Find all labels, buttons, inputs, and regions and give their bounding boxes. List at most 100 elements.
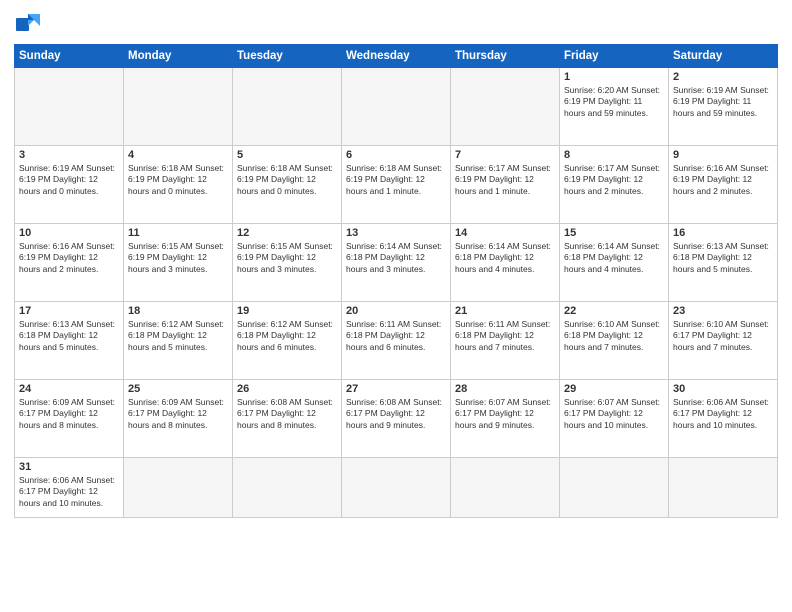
- day-info: Sunrise: 6:06 AM Sunset: 6:17 PM Dayligh…: [19, 475, 119, 509]
- calendar-cell: 18 Sunrise: 6:12 AM Sunset: 6:18 PM Dayli…: [124, 302, 233, 380]
- calendar-cell: [233, 68, 342, 146]
- day-of-week-wednesday: Wednesday: [342, 45, 451, 68]
- day-number: 9: [673, 149, 773, 161]
- generalblue-logo-icon: [14, 10, 42, 38]
- calendar-cell: 14Sunrise: 6:14 AM Sunset: 6:18 PM Dayli…: [451, 224, 560, 302]
- day-info: Sunrise: 6:06 AM Sunset: 6:17 PM Dayligh…: [673, 397, 773, 431]
- calendar-cell: [451, 458, 560, 518]
- day-number: 8: [564, 149, 664, 161]
- calendar-cell: [560, 458, 669, 518]
- day-info: Sunrise: 6:07 AM Sunset: 6:17 PM Dayligh…: [564, 397, 664, 431]
- page: SundayMondayTuesdayWednesdayThursdayFrid…: [0, 0, 792, 612]
- calendar-cell: [124, 458, 233, 518]
- calendar-cell: 31 Sunrise: 6:06 AM Sunset: 6:17 PM Dayli…: [15, 458, 124, 518]
- day-of-week-saturday: Saturday: [669, 45, 778, 68]
- day-info: Sunrise: 6:13 AM Sunset: 6:18 PM Dayligh…: [673, 241, 773, 275]
- day-number: 10: [19, 227, 119, 239]
- day-of-week-tuesday: Tuesday: [233, 45, 342, 68]
- day-number: 18: [128, 305, 228, 317]
- week-row-2: 3Sunrise: 6:19 AM Sunset: 6:19 PM Daylig…: [15, 146, 778, 224]
- day-number: 29: [564, 383, 664, 395]
- day-number: 23: [673, 305, 773, 317]
- day-number: 19: [237, 305, 337, 317]
- day-info: Sunrise: 6:12 AM Sunset: 6:18 PM Dayligh…: [237, 319, 337, 353]
- day-number: 13: [346, 227, 446, 239]
- day-info: Sunrise: 6:18 AM Sunset: 6:19 PM Dayligh…: [237, 163, 337, 197]
- calendar-cell: 19 Sunrise: 6:12 AM Sunset: 6:18 PM Dayli…: [233, 302, 342, 380]
- calendar-cell: 29 Sunrise: 6:07 AM Sunset: 6:17 PM Dayli…: [560, 380, 669, 458]
- day-number: 1: [564, 71, 664, 83]
- calendar: SundayMondayTuesdayWednesdayThursdayFrid…: [14, 44, 778, 518]
- calendar-cell: 1 Sunrise: 6:20 AM Sunset: 6:19 PM Daylig…: [560, 68, 669, 146]
- day-info: Sunrise: 6:11 AM Sunset: 6:18 PM Dayligh…: [346, 319, 446, 353]
- day-number: 30: [673, 383, 773, 395]
- day-number: 11: [128, 227, 228, 239]
- day-number: 26: [237, 383, 337, 395]
- day-of-week-friday: Friday: [560, 45, 669, 68]
- day-of-week-sunday: Sunday: [15, 45, 124, 68]
- calendar-cell: [15, 68, 124, 146]
- calendar-cell: 20 Sunrise: 6:11 AM Sunset: 6:18 PM Dayli…: [342, 302, 451, 380]
- calendar-cell: 3Sunrise: 6:19 AM Sunset: 6:19 PM Daylig…: [15, 146, 124, 224]
- day-info: Sunrise: 6:20 AM Sunset: 6:19 PM Dayligh…: [564, 85, 664, 119]
- day-number: 6: [346, 149, 446, 161]
- week-row-3: 10 Sunrise: 6:16 AM Sunset: 6:19 PM Dayli…: [15, 224, 778, 302]
- calendar-cell: [233, 458, 342, 518]
- day-number: 31: [19, 461, 119, 473]
- logo-area: [14, 10, 46, 38]
- calendar-cell: 28 Sunrise: 6:07 AM Sunset: 6:17 PM Dayli…: [451, 380, 560, 458]
- calendar-cell: 9Sunrise: 6:16 AM Sunset: 6:19 PM Daylig…: [669, 146, 778, 224]
- day-info: Sunrise: 6:08 AM Sunset: 6:17 PM Dayligh…: [346, 397, 446, 431]
- calendar-cell: 11 Sunrise: 6:15 AM Sunset: 6:19 PM Dayli…: [124, 224, 233, 302]
- calendar-cell: 7 Sunrise: 6:17 AM Sunset: 6:19 PM Daylig…: [451, 146, 560, 224]
- day-info: Sunrise: 6:15 AM Sunset: 6:19 PM Dayligh…: [128, 241, 228, 275]
- day-info: Sunrise: 6:07 AM Sunset: 6:17 PM Dayligh…: [455, 397, 555, 431]
- day-info: Sunrise: 6:16 AM Sunset: 6:19 PM Dayligh…: [19, 241, 119, 275]
- day-of-week-thursday: Thursday: [451, 45, 560, 68]
- calendar-cell: [669, 458, 778, 518]
- calendar-cell: 4 Sunrise: 6:18 AM Sunset: 6:19 PM Daylig…: [124, 146, 233, 224]
- calendar-cell: 23Sunrise: 6:10 AM Sunset: 6:17 PM Dayli…: [669, 302, 778, 380]
- calendar-cell: 8 Sunrise: 6:17 AM Sunset: 6:19 PM Daylig…: [560, 146, 669, 224]
- week-row-5: 24Sunrise: 6:09 AM Sunset: 6:17 PM Dayli…: [15, 380, 778, 458]
- day-info: Sunrise: 6:14 AM Sunset: 6:18 PM Dayligh…: [455, 241, 555, 275]
- day-info: Sunrise: 6:17 AM Sunset: 6:19 PM Dayligh…: [455, 163, 555, 197]
- calendar-cell: 10 Sunrise: 6:16 AM Sunset: 6:19 PM Dayli…: [15, 224, 124, 302]
- calendar-cell: 27Sunrise: 6:08 AM Sunset: 6:17 PM Dayli…: [342, 380, 451, 458]
- calendar-cell: 26 Sunrise: 6:08 AM Sunset: 6:17 PM Dayli…: [233, 380, 342, 458]
- week-row-6: 31 Sunrise: 6:06 AM Sunset: 6:17 PM Dayli…: [15, 458, 778, 518]
- day-number: 15: [564, 227, 664, 239]
- day-number: 7: [455, 149, 555, 161]
- day-number: 22: [564, 305, 664, 317]
- calendar-cell: [124, 68, 233, 146]
- day-info: Sunrise: 6:09 AM Sunset: 6:17 PM Dayligh…: [19, 397, 119, 431]
- day-number: 3: [19, 149, 119, 161]
- week-row-1: 1 Sunrise: 6:20 AM Sunset: 6:19 PM Daylig…: [15, 68, 778, 146]
- calendar-cell: [342, 458, 451, 518]
- day-info: Sunrise: 6:14 AM Sunset: 6:18 PM Dayligh…: [564, 241, 664, 275]
- calendar-body: 1 Sunrise: 6:20 AM Sunset: 6:19 PM Daylig…: [15, 68, 778, 518]
- calendar-cell: 25Sunrise: 6:09 AM Sunset: 6:17 PM Dayli…: [124, 380, 233, 458]
- calendar-cell: 30 Sunrise: 6:06 AM Sunset: 6:17 PM Dayli…: [669, 380, 778, 458]
- day-info: Sunrise: 6:17 AM Sunset: 6:19 PM Dayligh…: [564, 163, 664, 197]
- header: [14, 10, 778, 38]
- day-number: 20: [346, 305, 446, 317]
- calendar-cell: 21Sunrise: 6:11 AM Sunset: 6:18 PM Dayli…: [451, 302, 560, 380]
- day-info: Sunrise: 6:18 AM Sunset: 6:19 PM Dayligh…: [128, 163, 228, 197]
- calendar-cell: 22Sunrise: 6:10 AM Sunset: 6:18 PM Dayli…: [560, 302, 669, 380]
- day-number: 28: [455, 383, 555, 395]
- calendar-cell: 17Sunrise: 6:13 AM Sunset: 6:18 PM Dayli…: [15, 302, 124, 380]
- calendar-cell: 24Sunrise: 6:09 AM Sunset: 6:17 PM Dayli…: [15, 380, 124, 458]
- day-number: 2: [673, 71, 773, 83]
- calendar-cell: 15 Sunrise: 6:14 AM Sunset: 6:18 PM Dayli…: [560, 224, 669, 302]
- week-row-4: 17Sunrise: 6:13 AM Sunset: 6:18 PM Dayli…: [15, 302, 778, 380]
- day-number: 5: [237, 149, 337, 161]
- day-number: 4: [128, 149, 228, 161]
- day-info: Sunrise: 6:08 AM Sunset: 6:17 PM Dayligh…: [237, 397, 337, 431]
- day-info: Sunrise: 6:12 AM Sunset: 6:18 PM Dayligh…: [128, 319, 228, 353]
- calendar-cell: 16Sunrise: 6:13 AM Sunset: 6:18 PM Dayli…: [669, 224, 778, 302]
- day-of-week-monday: Monday: [124, 45, 233, 68]
- day-info: Sunrise: 6:11 AM Sunset: 6:18 PM Dayligh…: [455, 319, 555, 353]
- calendar-cell: 12Sunrise: 6:15 AM Sunset: 6:19 PM Dayli…: [233, 224, 342, 302]
- calendar-cell: 6Sunrise: 6:18 AM Sunset: 6:19 PM Daylig…: [342, 146, 451, 224]
